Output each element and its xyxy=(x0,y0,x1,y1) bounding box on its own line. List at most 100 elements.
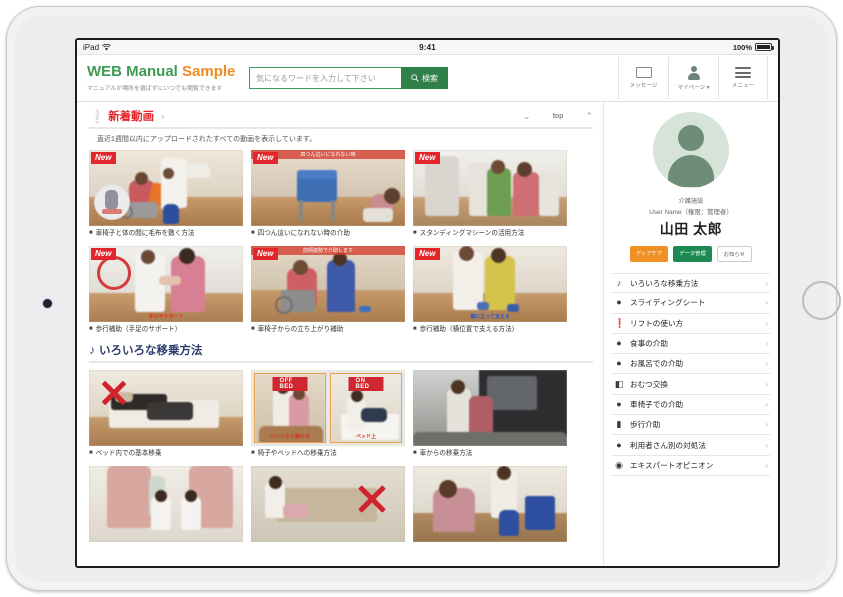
section-header-new-videos: ❕ 新着動画 › ⌄ top ⌃ xyxy=(89,108,593,129)
new-badge: New xyxy=(91,247,117,261)
video-thumbnail[interactable]: 前傾姿勢で介助します New xyxy=(251,245,405,322)
video-grid-row-2: 手の平サポート New ■ 歩行補助（手足のサポート） 前傾姿勢で介助します N… xyxy=(89,245,593,334)
badge-data-management[interactable]: データ管理 xyxy=(673,246,712,262)
video-card[interactable]: OFF BED ベッドから離れる ON BED ベッド上 ■ 椅子やベッドへの移… xyxy=(251,369,405,458)
video-thumbnail[interactable]: 四つん這いになれない時 New xyxy=(251,150,405,226)
diaper-icon: ◧ xyxy=(614,378,624,389)
thumbnail-subtitle: 手の平サポート xyxy=(148,313,184,320)
thumbnail-half-off-bed: OFF BED ベッドから離れる xyxy=(254,372,326,443)
bullet-square-icon: ■ xyxy=(89,449,93,456)
sidebar-item-diaper-change[interactable]: ◧ おむつ交換 › xyxy=(612,374,770,395)
thumbnail-half-on-bed: ON BED ベッド上 xyxy=(330,372,402,443)
sidebar-item-label: 歩行介助 xyxy=(630,420,661,430)
badge-notifications[interactable]: お知らせ xyxy=(716,246,752,262)
thumbnail-scene xyxy=(413,465,567,542)
expert-icon: ◉ xyxy=(615,459,623,470)
sidebar-item-label: いろいろな移乗方法 xyxy=(630,278,699,288)
video-thumbnail[interactable] xyxy=(89,369,243,446)
sidebar-item-walking-assistance[interactable]: ▮ 歩行介助 › xyxy=(612,415,770,436)
header-tools: メッセージ マイページ ▾ メニュー xyxy=(618,57,768,99)
video-grid-row-1: New ■ 車椅子と体の間に毛布を敷く方法 四つん這いになれない時 New ■ … xyxy=(89,150,593,238)
new-badge: New xyxy=(91,152,117,165)
home-button[interactable] xyxy=(802,281,841,320)
video-grid-row-3: ■ ベッド内での基本移乗 OFF BED ベッドから離れる ON BED ベッド… xyxy=(89,369,593,458)
status-bar-right: 100% xyxy=(732,42,774,52)
bullet-square-icon: ■ xyxy=(413,230,417,236)
video-card[interactable]: ■ ベッド内での基本移乗 xyxy=(89,369,243,458)
video-thumbnail[interactable]: 手の平サポート New xyxy=(89,245,243,322)
scroll-down-icon[interactable]: ⌄ xyxy=(523,111,531,122)
section-title-transfer-methods: いろいろな移乗方法 xyxy=(99,344,203,357)
section-chevron-icon[interactable]: › xyxy=(161,111,164,121)
header-tool-menu[interactable]: メニュー xyxy=(718,57,768,99)
scroll-top-button[interactable]: top xyxy=(553,113,564,120)
header-tool-messages[interactable]: メッセージ xyxy=(618,57,668,99)
video-card[interactable] xyxy=(251,465,405,542)
sidebar-item-meal-assistance[interactable]: ● 食事の介助 › xyxy=(612,334,770,355)
video-card[interactable]: 前傾姿勢で介助します New ■ 車椅子からの立ち上がり補助 xyxy=(251,245,405,334)
sidebar-item-label: 車椅子での介助 xyxy=(630,399,684,409)
video-card[interactable]: 手の平サポート New ■ 歩行補助（手足のサポート） xyxy=(89,245,243,334)
sidebar-item-wheelchair-assistance[interactable]: ● 車椅子での介助 › xyxy=(612,395,770,416)
header-tool-menu-label: メニュー xyxy=(731,83,755,89)
sidebar-item-bath-assistance[interactable]: ● お風呂での介助 › xyxy=(612,354,770,375)
chevron-right-icon: › xyxy=(765,359,768,369)
bullet-square-icon: ■ xyxy=(413,449,417,456)
header-tool-mypage-label: マイページ ▾ xyxy=(677,84,710,91)
brand-logo[interactable]: WEB Manual Sample マニュアルが場所を選ばずにいつでも閲覧できま… xyxy=(87,62,237,92)
section-description-new-videos: 直近1週間以内にアップロードされたすべての動画を表示しています。 xyxy=(97,136,317,143)
video-thumbnail[interactable]: New xyxy=(89,150,243,226)
on-bed-tag: ON BED xyxy=(348,376,384,391)
x-mark-overlay xyxy=(355,482,389,516)
badge-deercare[interactable]: ディアケア xyxy=(630,246,669,262)
brand-sample: Sample xyxy=(182,62,236,80)
avatar-icon[interactable] xyxy=(653,112,729,188)
envelope-icon xyxy=(635,67,652,78)
ios-status-bar: iPad 9:41 100% xyxy=(77,40,778,55)
video-thumbnail[interactable] xyxy=(251,465,405,542)
video-card[interactable]: 四つん這いになれない時 New ■ 四つん這いになれない時の介助 xyxy=(251,150,405,238)
video-card[interactable]: New ■ スタンディングマシーンの活用方法 xyxy=(413,150,567,238)
search-button[interactable]: 検索 xyxy=(401,67,448,89)
sidebar-item-user-specific-care[interactable]: ● 利用者さん別の対処法 › xyxy=(612,435,770,456)
wheelchair-icon: ● xyxy=(616,398,622,409)
sidebar-item-label: 食事の介助 xyxy=(630,339,668,349)
sidebar-item-lift-usage[interactable]: ❗ リフトの使い方 › xyxy=(612,314,770,334)
battery-percent-label: 100% xyxy=(732,42,752,52)
video-thumbnail[interactable] xyxy=(89,465,243,542)
scroll-up-icon[interactable]: ⌃ xyxy=(585,111,593,122)
video-grid-row-4-partial xyxy=(89,465,593,542)
bullet-square-icon: ■ xyxy=(251,230,255,236)
sidebar-nav: ♪ いろいろな移乗方法 › ● スライディングシート › ❗ リフトの使い方 › xyxy=(612,273,770,476)
video-caption-text: 歩行補助（手足のサポート） xyxy=(95,325,182,333)
on-bed-subtitle: ベッド上 xyxy=(355,433,377,440)
header-tool-mypage[interactable]: マイページ ▾ xyxy=(668,57,718,99)
chevron-right-icon: › xyxy=(765,298,768,308)
video-thumbnail[interactable]: New xyxy=(413,150,567,226)
off-bed-subtitle: ベッドから離れる xyxy=(269,433,311,440)
sidebar-item-transfer-methods[interactable]: ♪ いろいろな移乗方法 › xyxy=(612,273,770,294)
ipad-device-frame: iPad 9:41 100% WEB Manual Sample マニュアルが場… xyxy=(6,6,841,591)
video-card[interactable] xyxy=(413,465,567,542)
walk-icon: ▮ xyxy=(616,419,622,430)
profile-badges: ディアケア データ管理 お知らせ xyxy=(612,246,770,262)
video-thumbnail[interactable] xyxy=(413,465,567,542)
bullet-square-icon: ■ xyxy=(89,325,93,332)
video-thumbnail[interactable]: OFF BED ベッドから離れる ON BED ベッド上 xyxy=(251,369,405,446)
video-card[interactable]: ■ 車からの移乗方法 xyxy=(413,369,567,458)
sidebar-item-label: おむつ交換 xyxy=(630,379,668,389)
circle-highlight-overlay xyxy=(97,255,131,290)
video-caption: ■ スタンディングマシーンの活用方法 xyxy=(413,230,567,238)
section-header-transfer-methods: ♪ いろいろな移乗方法 xyxy=(89,342,593,363)
sidebar-item-sliding-sheet[interactable]: ● スライディングシート › xyxy=(612,293,770,314)
sidebar-item-expert-opinion[interactable]: ◉ エキスパートオピニオン › xyxy=(612,456,770,476)
search-input[interactable] xyxy=(249,67,401,89)
video-card[interactable]: New ■ 車椅子と体の間に毛布を敷く方法 xyxy=(89,150,243,238)
profile-organization: 介護施設 xyxy=(678,198,704,205)
video-thumbnail[interactable]: 横に立って支える New xyxy=(413,245,567,322)
video-card[interactable]: 横に立って支える New ■ 歩行補助（横位置で支える方法） xyxy=(413,245,567,334)
video-caption-text: 椅子やベッドへの移乗方法 xyxy=(257,449,337,457)
video-card[interactable] xyxy=(89,465,243,542)
video-thumbnail[interactable] xyxy=(413,369,567,446)
sidebar-item-label: エキスパートオピニオン xyxy=(630,460,714,470)
